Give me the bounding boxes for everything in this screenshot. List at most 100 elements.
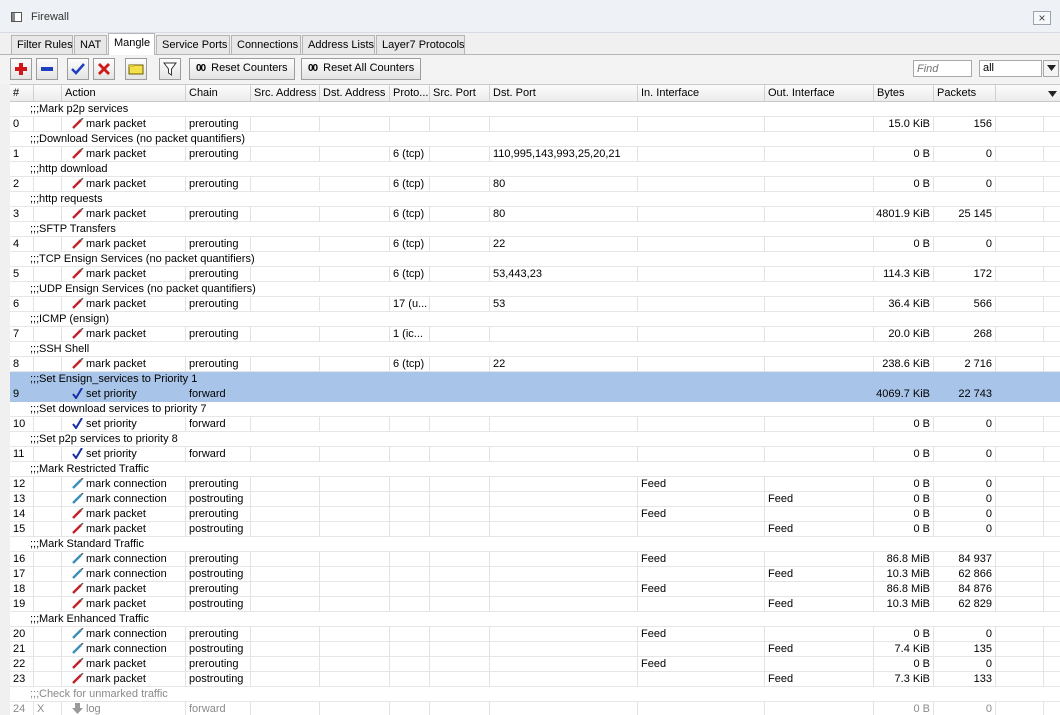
mark-packet-icon [71, 237, 84, 249]
rule-spacer [996, 507, 1044, 522]
table-row[interactable]: 2 mark packet prerouting 6 (tcp) 80 0 B0 [10, 177, 1060, 192]
filter-dropdown-button[interactable] [1043, 60, 1059, 77]
rule-comment-row[interactable]: ;;; Check for unmarked traffic [10, 687, 1060, 702]
rule-src-address [251, 267, 320, 282]
table-row[interactable]: 1 mark packet prerouting 6 (tcp) 110,995,143… [10, 147, 1060, 162]
rule-action: mark connection [62, 627, 186, 642]
tab-mangle[interactable]: Mangle [108, 33, 155, 55]
table-row[interactable]: 4 mark packet prerouting 6 (tcp) 22 0 B0 [10, 237, 1060, 252]
rule-bytes: 0 B [874, 507, 934, 522]
table-row[interactable]: 15 mark packet postrouting Feed 0 B0 [10, 522, 1060, 537]
rule-comment-row[interactable]: ;;; http requests [10, 192, 1060, 207]
rule-comment-row[interactable]: ;;; SFTP Transfers [10, 222, 1060, 237]
rule-dst-port [490, 582, 638, 597]
tab-address-lists[interactable]: Address Lists [302, 35, 375, 55]
column-header-packets[interactable]: Packets [934, 85, 996, 101]
column-header-in-interface[interactable]: In. Interface [638, 85, 765, 101]
column-header-action[interactable]: Action [62, 85, 186, 101]
table-row[interactable]: 13 mark connection postrouting Feed 0 B0 [10, 492, 1060, 507]
comment-prefix: ;;; [30, 613, 40, 625]
table-row[interactable]: 11 set priority forward 0 B0 [10, 447, 1060, 462]
rule-comment-row[interactable]: ;;; UDP Ensign Services (no packet quanti… [10, 282, 1060, 297]
table-row[interactable]: 14 mark packet prerouting Feed 0 B0 [10, 507, 1060, 522]
rule-comment-row[interactable]: ;;; Set p2p services to priority 8 [10, 432, 1060, 447]
rule-out-interface: Feed [765, 567, 874, 582]
table-row[interactable]: 17 mark connection postrouting Feed 10.3 MiB… [10, 567, 1060, 582]
table-row[interactable]: 12 mark connection prerouting Feed 0 B0 [10, 477, 1060, 492]
column-header-protocol[interactable]: Proto... [390, 85, 430, 101]
rule-out-interface: Feed [765, 672, 874, 687]
table-row[interactable]: 16 mark connection prerouting Feed 86.8 MiB 8… [10, 552, 1060, 567]
table-row[interactable]: 24 Xlog forward 0 B0 [10, 702, 1060, 715]
title-bar: Firewall × [0, 0, 1060, 33]
table-row[interactable]: 20 mark connection prerouting Feed 0 B0 [10, 627, 1060, 642]
rule-dst-port [490, 522, 638, 537]
column-header-out-interface[interactable]: Out. Interface [765, 85, 874, 101]
tab-filter-rules[interactable]: Filter Rules [11, 35, 73, 55]
rule-dst-address [320, 507, 390, 522]
column-header-dst-port[interactable]: Dst. Port [490, 85, 638, 101]
table-row[interactable]: 22 mark packet prerouting Feed 0 B0 [10, 657, 1060, 672]
reset-all-counters-button[interactable]: 00 Reset All Counters [301, 58, 421, 80]
comment-prefix: ;;; [30, 253, 40, 265]
column-header-number[interactable]: # [10, 85, 34, 101]
table-row[interactable]: 21 mark connection postrouting Feed 7.4 KiB 1… [10, 642, 1060, 657]
enable-button[interactable] [67, 58, 89, 80]
column-header-src-address[interactable]: Src. Address [251, 85, 320, 101]
disable-button[interactable] [93, 58, 115, 80]
rule-number: 21 [10, 642, 34, 657]
rule-flag [34, 657, 62, 672]
rule-action: mark packet [62, 297, 186, 312]
rule-dst-address [320, 447, 390, 462]
tab-connections[interactable]: Connections [231, 35, 301, 55]
rule-dst-port: 80 [490, 207, 638, 222]
table-row[interactable]: 0 mark packet prerouting 15.0 KiB 156 [10, 117, 1060, 132]
rule-src-port [430, 672, 490, 687]
find-input[interactable] [913, 60, 972, 77]
column-header-flags[interactable] [34, 85, 62, 101]
table-row[interactable]: 7 mark packet prerouting 1 (ic... 20.0 KiB 26… [10, 327, 1060, 342]
table-row[interactable]: 19 mark packet postrouting Feed 10.3 MiB 62 8… [10, 597, 1060, 612]
add-button[interactable] [10, 58, 32, 80]
rule-comment-row[interactable]: ;;; Set Ensign_services to Priority 1 [10, 372, 1060, 387]
tab-layer7-protocols[interactable]: Layer7 Protocols [376, 35, 465, 55]
table-row[interactable]: 10 set priority forward 0 B0 [10, 417, 1060, 432]
rule-bytes: 0 B [874, 627, 934, 642]
rule-comment-row[interactable]: ;;; TCP Ensign Services (no packet quanti… [10, 252, 1060, 267]
column-header-chain[interactable]: Chain [186, 85, 251, 101]
rule-comment-row[interactable]: ;;; Mark Restricted Traffic [10, 462, 1060, 477]
rule-comment-row[interactable]: ;;; Mark p2p services [10, 102, 1060, 117]
tab-nat[interactable]: NAT [74, 35, 107, 55]
table-row[interactable]: 23 mark packet postrouting Feed 7.3 KiB 133 [10, 672, 1060, 687]
rule-comment-row[interactable]: ;;; Download Services (no packet quantifi… [10, 132, 1060, 147]
filter-button[interactable] [159, 58, 181, 80]
rule-comment-row[interactable]: ;;; SSH Shell [10, 342, 1060, 357]
column-header-bytes[interactable]: Bytes [874, 85, 934, 101]
table-row[interactable]: 18 mark packet prerouting Feed 86.8 MiB 84 87… [10, 582, 1060, 597]
column-menu-button[interactable] [1044, 86, 1060, 101]
remove-button[interactable] [36, 58, 58, 80]
rule-comment-text: TCP Ensign Services (no packet quantifie… [39, 253, 255, 265]
rule-action: mark packet [62, 657, 186, 672]
table-row[interactable]: 9 set priority forward 4069.7 KiB 22 743 [10, 387, 1060, 402]
table-row[interactable]: 6 mark packet prerouting 17 (u... 53 36.4 KiB… [10, 297, 1060, 312]
table-row[interactable]: 5 mark packet prerouting 6 (tcp) 53,443,23 11… [10, 267, 1060, 282]
comment-button[interactable] [125, 58, 147, 80]
close-button[interactable]: × [1033, 11, 1051, 25]
tab-service-ports[interactable]: Service Ports [156, 35, 230, 55]
rule-comment-row[interactable]: ;;; Set download services to priority 7 [10, 402, 1060, 417]
table-row[interactable]: 3 mark packet prerouting 6 (tcp) 80 4801.9 Ki… [10, 207, 1060, 222]
rule-comment-row[interactable]: ;;; ICMP (ensign) [10, 312, 1060, 327]
rule-comment-row[interactable]: ;;; Mark Enhanced Traffic [10, 612, 1060, 627]
rule-comment-row[interactable]: ;;; Mark Standard Traffic [10, 537, 1060, 552]
reset-counters-button[interactable]: 00 Reset Counters [189, 58, 295, 80]
counter-icon: 00 [308, 63, 318, 74]
rule-protocol [390, 492, 430, 507]
table-row[interactable]: 8 mark packet prerouting 6 (tcp) 22 238.6 KiB… [10, 357, 1060, 372]
rule-chain: postrouting [186, 642, 251, 657]
rule-comment-row[interactable]: ;;; http download [10, 162, 1060, 177]
column-header-src-port[interactable]: Src. Port [430, 85, 490, 101]
filter-select[interactable]: all [979, 60, 1042, 77]
column-header-dst-address[interactable]: Dst. Address [320, 85, 390, 101]
rule-src-port [430, 237, 490, 252]
